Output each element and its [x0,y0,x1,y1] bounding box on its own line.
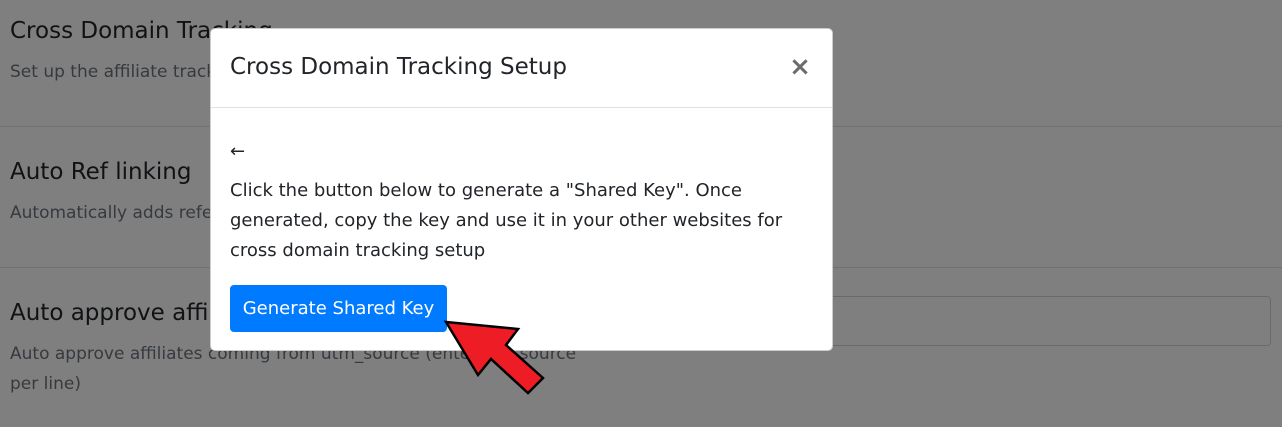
close-button[interactable]: × [788,53,812,81]
back-button[interactable]: ← [230,141,245,163]
modal-instructions: Click the button below to generate a "Sh… [230,180,783,261]
cross-domain-setup-modal: Cross Domain Tracking Setup × ← Click th… [210,28,833,351]
modal-title: Cross Domain Tracking Setup [230,54,567,80]
red-pointer-arrow-icon [443,320,545,395]
generate-shared-key-button[interactable]: Generate Shared Key [230,285,447,332]
arrow-left-icon: ← [230,141,246,162]
modal-header: Cross Domain Tracking Setup × [211,29,832,108]
close-icon: × [789,52,811,82]
